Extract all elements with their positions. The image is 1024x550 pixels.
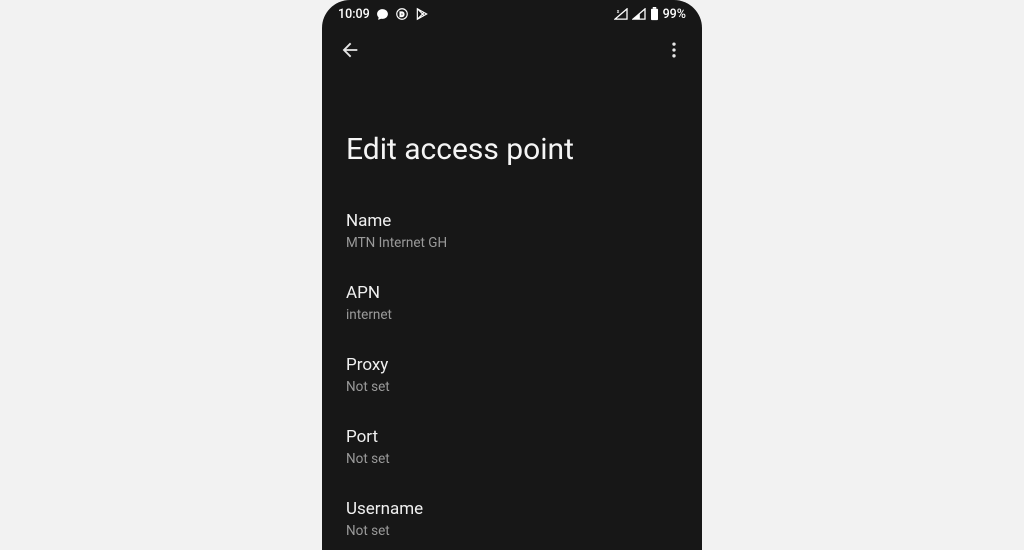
status-right: x 99%: [614, 7, 686, 22]
app-badge-icon: D: [395, 7, 409, 21]
toolbar: [322, 28, 702, 76]
overflow-menu-button[interactable]: [662, 40, 686, 64]
setting-label: Username: [346, 499, 678, 519]
signal-x-icon: x: [614, 8, 628, 20]
play-store-icon: [415, 7, 429, 21]
status-time: 10:09: [338, 7, 370, 22]
setting-value: Not set: [346, 523, 678, 539]
back-button[interactable]: [338, 40, 362, 64]
chat-bubble-icon: [376, 8, 389, 21]
setting-value: internet: [346, 307, 678, 323]
status-bar: 10:09 D x 99%: [322, 0, 702, 28]
setting-value: Not set: [346, 451, 678, 467]
setting-label: APN: [346, 283, 678, 303]
status-left: 10:09 D: [338, 7, 429, 22]
setting-label: Port: [346, 427, 678, 447]
setting-item-name[interactable]: Name MTN Internet GH: [346, 199, 678, 271]
setting-item-apn[interactable]: APN internet: [346, 271, 678, 343]
setting-item-proxy[interactable]: Proxy Not set: [346, 343, 678, 415]
more-vert-icon: [664, 40, 684, 64]
setting-item-port[interactable]: Port Not set: [346, 415, 678, 487]
svg-text:x: x: [616, 9, 619, 15]
phone-frame: 10:09 D x 99%: [322, 0, 702, 550]
setting-label: Proxy: [346, 355, 678, 375]
setting-label: Name: [346, 211, 678, 231]
setting-item-username[interactable]: Username Not set: [346, 487, 678, 550]
settings-list: Name MTN Internet GH APN internet Proxy …: [322, 199, 702, 550]
page-title: Edit access point: [322, 76, 702, 199]
battery-icon: [650, 7, 659, 21]
battery-percent: 99%: [663, 7, 686, 22]
setting-value: Not set: [346, 379, 678, 395]
signal-icon: [632, 8, 646, 20]
svg-text:D: D: [399, 11, 404, 18]
setting-value: MTN Internet GH: [346, 235, 678, 251]
arrow-back-icon: [339, 39, 361, 65]
